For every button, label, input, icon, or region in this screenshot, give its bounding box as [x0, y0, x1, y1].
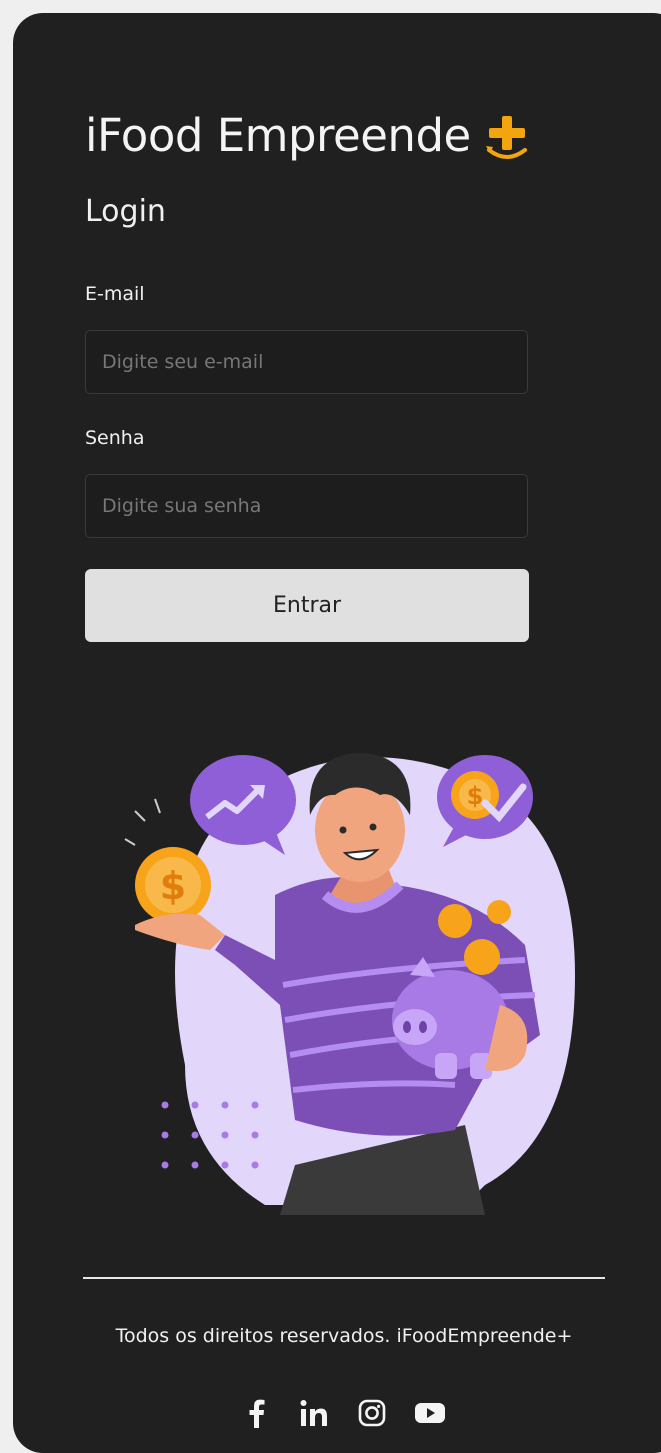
- password-field[interactable]: [85, 474, 528, 538]
- svg-text:$: $: [467, 782, 484, 810]
- plus-with-smile-icon: [485, 115, 527, 159]
- copyright-text: Todos os direitos reservados. iFoodEmpre…: [115, 1325, 573, 1347]
- brand-name: iFood Empreende: [85, 109, 471, 162]
- instagram-icon[interactable]: [354, 1395, 390, 1431]
- page-title: Login: [85, 194, 166, 229]
- email-label: E-mail: [85, 283, 145, 305]
- youtube-icon[interactable]: [412, 1395, 448, 1431]
- footer-divider: [83, 1277, 605, 1279]
- email-field[interactable]: [85, 330, 528, 394]
- social-links: [238, 1395, 448, 1431]
- facebook-icon[interactable]: [238, 1395, 274, 1431]
- password-label: Senha: [85, 427, 145, 449]
- linkedin-icon[interactable]: [296, 1395, 332, 1431]
- svg-text:$: $: [160, 864, 186, 908]
- login-card: iFood Empreende Login E-mail Senha Entra…: [13, 13, 661, 1453]
- login-button[interactable]: Entrar: [85, 569, 529, 642]
- brand-logo: iFood Empreende: [85, 109, 529, 162]
- finance-illustration: $ $: [124, 753, 575, 1215]
